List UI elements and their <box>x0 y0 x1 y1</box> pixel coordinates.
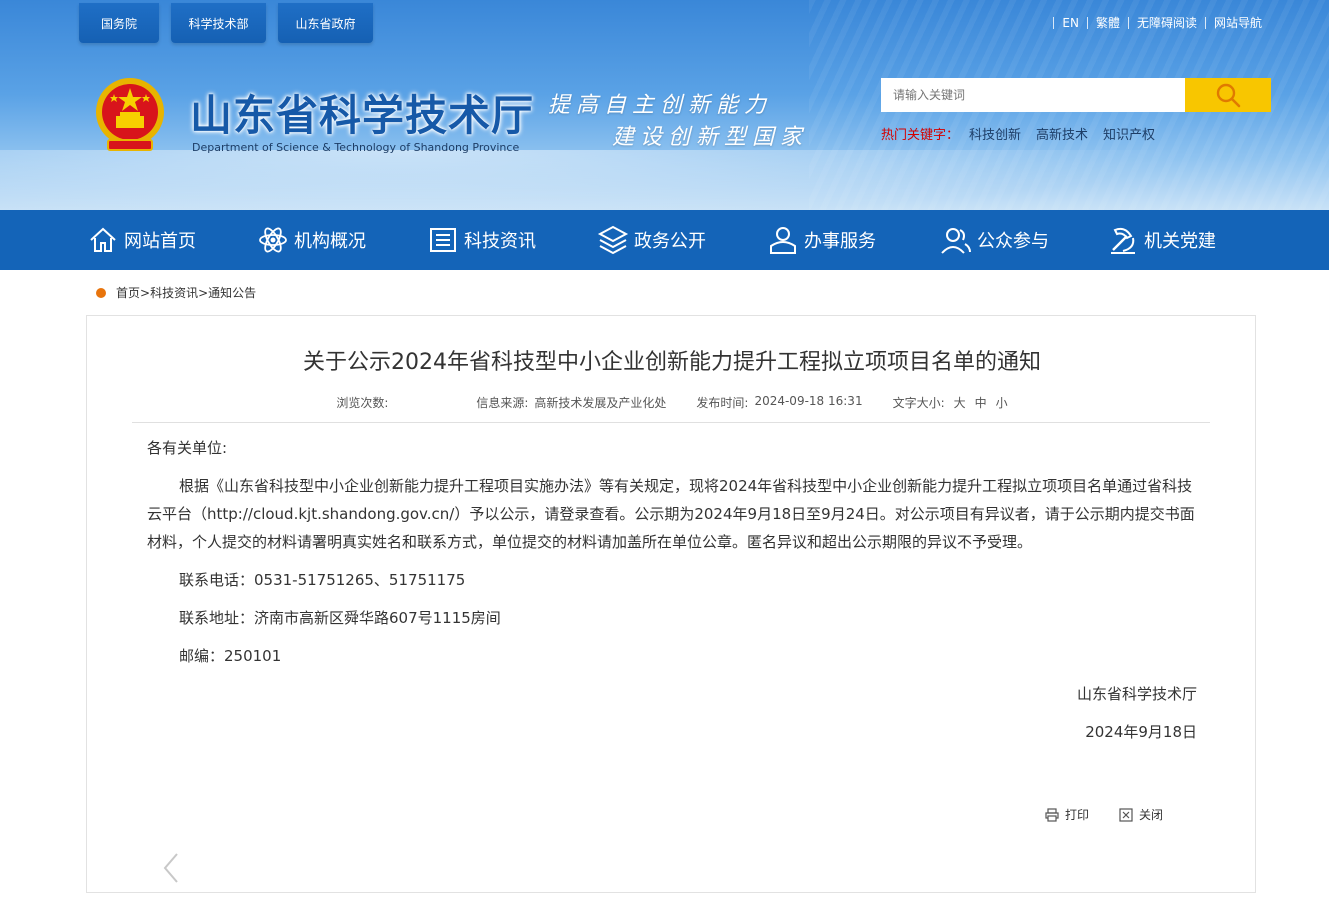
print-button[interactable]: 打印 <box>1045 806 1089 823</box>
hot-keyword[interactable]: 知识产权 <box>1103 124 1155 143</box>
separator <box>1053 16 1055 29</box>
nav-label: 机构概况 <box>294 231 366 252</box>
nav-label: 网站首页 <box>124 231 196 252</box>
slogan-line-2: 建设创新型国家 <box>612 125 809 150</box>
font-size-large[interactable]: 大 <box>954 394 966 411</box>
nav-item-services[interactable]: 办事服务 <box>766 210 939 270</box>
nav-item-about[interactable]: 机构概况 <box>256 210 426 270</box>
article-title: 关于公示2024年省科技型中小企业创新能力提升工程拟立项项目名单的通知 <box>303 350 1041 375</box>
source-label: 信息来源: <box>476 396 529 410</box>
layers-icon <box>596 223 630 257</box>
home-icon <box>86 223 120 257</box>
article-meta: 浏览次数: 信息来源: 高新技术发展及产业化处 发布时间: 2024-09-18… <box>87 394 1257 411</box>
hot-keyword[interactable]: 科技创新 <box>969 124 1021 143</box>
breadcrumb-separator: > <box>198 285 209 300</box>
separator <box>1086 16 1088 29</box>
article-tools: 打印 关闭 <box>1045 806 1163 823</box>
search-icon <box>1216 83 1241 108</box>
nav-item-gov-affairs[interactable]: 政务公开 <box>596 210 766 270</box>
site-map-link[interactable]: 网站导航 <box>1214 14 1262 31</box>
postcode: 邮编：250101 <box>179 647 282 665</box>
print-label: 打印 <box>1065 808 1090 822</box>
search-button[interactable] <box>1185 78 1271 112</box>
time-label: 发布时间: <box>696 396 749 410</box>
separator <box>1127 16 1129 29</box>
national-emblem-icon <box>96 78 164 151</box>
english-link[interactable]: EN <box>1062 16 1079 30</box>
article-panel: 关于公示2024年省科技型中小企业创新能力提升工程拟立项项目名单的通知 浏览次数… <box>86 315 1256 893</box>
nav-item-news[interactable]: 科技资讯 <box>426 210 596 270</box>
main-nav: 网站首页 机构概况 科技资讯 政务公开 办事服务 公众参与 机关党建 <box>0 210 1329 270</box>
nav-label: 科技资讯 <box>464 231 536 252</box>
site-subtitle: Department of Science & Technology of Sh… <box>192 141 520 154</box>
nav-label: 政务公开 <box>634 231 706 252</box>
divider <box>132 422 1210 423</box>
time-value: 2024-09-18 16:31 <box>754 394 863 408</box>
utility-links: EN 繁體 无障碍阅读 网站导航 <box>1045 14 1262 31</box>
chevron-left-icon[interactable] <box>161 851 181 885</box>
accessibility-link[interactable]: 无障碍阅读 <box>1137 14 1197 31</box>
nav-label: 办事服务 <box>804 231 876 252</box>
hot-keywords-label: 热门关键字： <box>881 128 960 143</box>
contact-address: 联系地址：济南市高新区舜华路607号1115房间 <box>179 609 501 627</box>
signature: 山东省科学技术厅 <box>1076 685 1197 703</box>
top-link-shandong-gov[interactable]: 山东省政府 <box>278 3 373 43</box>
contact-phone: 联系电话：0531-51751265、51751175 <box>179 571 466 589</box>
separator <box>1204 16 1206 29</box>
party-icon <box>1106 223 1140 257</box>
source-value: 高新技术发展及产业化处 <box>534 396 667 410</box>
salutation: 各有关单位: <box>147 439 228 457</box>
views-label: 浏览次数: <box>336 396 389 410</box>
font-size-medium[interactable]: 中 <box>975 394 987 411</box>
news-icon <box>426 223 460 257</box>
atom-icon <box>256 223 290 257</box>
user-service-icon <box>766 223 800 257</box>
search-input[interactable] <box>881 78 1186 112</box>
top-links: 国务院 科学技术部 山东省政府 <box>79 3 373 43</box>
nav-label: 公众参与 <box>977 231 1049 252</box>
breadcrumb-separator: > <box>140 285 151 300</box>
nav-item-participation[interactable]: 公众参与 <box>939 210 1106 270</box>
hot-keyword[interactable]: 高新技术 <box>1036 124 1088 143</box>
site-title: 山东省科学技术厅 <box>190 91 535 140</box>
close-button[interactable]: 关闭 <box>1119 806 1163 823</box>
top-link-state-council[interactable]: 国务院 <box>79 3 159 43</box>
nav-item-home[interactable]: 网站首页 <box>86 210 256 270</box>
close-icon <box>1119 807 1133 822</box>
breadcrumb-notices[interactable]: 通知公告 <box>208 284 256 301</box>
breadcrumb-home[interactable]: 首页 <box>116 284 140 301</box>
nav-label: 机关党建 <box>1144 231 1216 252</box>
breadcrumb: 首页 > 科技资讯 > 通知公告 <box>96 284 256 301</box>
traditional-chinese-link[interactable]: 繁體 <box>1096 14 1120 31</box>
people-icon <box>939 223 973 257</box>
breadcrumb-news[interactable]: 科技资讯 <box>150 284 198 301</box>
breadcrumb-dot-icon <box>96 287 106 298</box>
hot-keywords: 热门关键字： 科技创新 高新技术 知识产权 <box>881 124 1155 143</box>
close-label: 关闭 <box>1139 808 1164 822</box>
font-size-small[interactable]: 小 <box>996 394 1008 411</box>
main-paragraph: 根据《山东省科技型中小企业创新能力提升工程项目实施办法》等有关规定，现将2024… <box>147 477 1195 551</box>
issue-date: 2024年9月18日 <box>1085 723 1197 741</box>
article-body: 各有关单位: 根据《山东省科技型中小企业创新能力提升工程项目实施办法》等有关规定… <box>147 434 1197 756</box>
top-link-most[interactable]: 科学技术部 <box>171 3 266 43</box>
printer-icon <box>1045 807 1059 822</box>
nav-item-party[interactable]: 机关党建 <box>1106 210 1246 270</box>
slogan-line-1: 提高自主创新能力 <box>548 93 773 118</box>
font-size-label: 文字大小: <box>892 396 945 410</box>
